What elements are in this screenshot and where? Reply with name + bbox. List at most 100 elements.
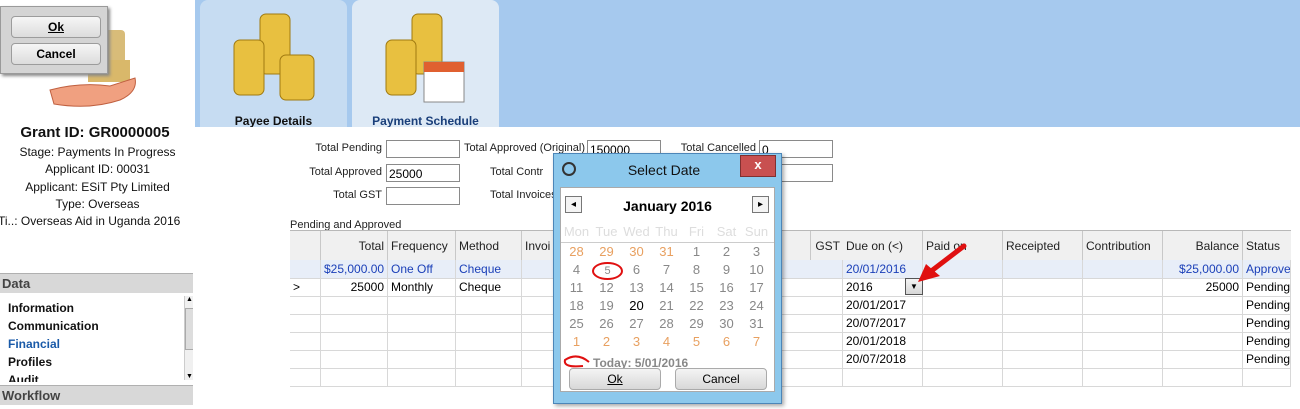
table-row[interactable]: >25000 Monthly Cheque 2016 25000 Pending [290,278,1291,297]
table-cell[interactable] [923,296,1003,314]
table-cell[interactable] [290,314,321,332]
table-cell[interactable] [843,368,923,386]
table-cell[interactable] [923,350,1003,368]
table-cell[interactable]: > [290,278,321,296]
tab-payment-schedule[interactable]: Payment Schedule [352,0,499,128]
calendar-day[interactable]: 29 [591,244,622,259]
table-cell[interactable] [1083,278,1163,296]
calendar-day[interactable]: 18 [561,298,592,313]
col-status[interactable]: Status [1243,231,1291,261]
table-cell[interactable] [1083,332,1163,350]
calendar-day[interactable]: 12 [591,280,622,295]
calendar-day[interactable]: 3 [621,334,652,349]
table-cell[interactable] [1003,278,1083,296]
data-section-header[interactable]: Data [0,273,193,293]
table-cell[interactable] [1163,368,1243,386]
table-cell[interactable]: 20/07/2018 [843,350,923,368]
calendar-day[interactable]: 25 [561,316,592,331]
table-cell[interactable]: Pending [1243,314,1291,332]
calendar-day[interactable]: 6 [621,262,652,277]
table-cell[interactable] [1163,296,1243,314]
table-cell[interactable] [1163,314,1243,332]
next-month-button[interactable]: ▸ [752,196,769,213]
scroll-thumb[interactable] [185,308,193,350]
calendar-day[interactable]: 2 [591,334,622,349]
calendar-day[interactable]: 7 [741,334,772,349]
table-cell[interactable] [1003,350,1083,368]
table-cell[interactable] [1003,368,1083,386]
calendar-day[interactable]: 31 [651,244,682,259]
table-cell[interactable]: 20/01/2016 [843,260,923,278]
table-cell[interactable] [321,296,388,314]
col-balance[interactable]: Balance [1163,231,1243,261]
table-cell[interactable]: Pending [1243,350,1291,368]
table-cell[interactable] [1003,314,1083,332]
calendar-day[interactable]: 31 [741,316,772,331]
col-due-on[interactable]: Due on (<) [843,231,923,261]
table-cell[interactable]: Monthly [388,278,456,296]
table-cell[interactable]: 20/01/2017 [843,296,923,314]
calendar-day[interactable]: 6 [711,334,742,349]
calendar-day[interactable]: 9 [711,262,742,277]
table-cell[interactable] [290,332,321,350]
table-cell[interactable]: 25000 [1163,278,1243,296]
table-cell[interactable] [1163,350,1243,368]
table-cell[interactable] [388,296,456,314]
calendar-day[interactable]: 29 [681,316,712,331]
table-cell[interactable]: 20/01/2018 [843,332,923,350]
calendar-day[interactable]: 27 [621,316,652,331]
calendar-day[interactable]: 20 [621,298,652,313]
calendar-day[interactable]: 30 [711,316,742,331]
table-cell[interactable]: 25000 [321,278,388,296]
calendar-day[interactable]: 23 [711,298,742,313]
col-frequency[interactable]: Frequency [388,231,456,261]
table-row[interactable]: 20/07/2017 Pending [290,314,1291,333]
calendar-cancel-button[interactable]: Cancel [675,368,767,390]
workflow-section-header[interactable]: Workflow [0,385,193,405]
ok-button[interactable]: Ok [11,16,101,38]
table-cell[interactable] [290,368,321,386]
calendar-day[interactable]: 14 [651,280,682,295]
table-cell[interactable] [1083,296,1163,314]
tab-payee-details[interactable]: Payee Details [200,0,347,128]
table-row[interactable] [290,368,1291,387]
nav-item-financial[interactable]: Financial [8,337,60,351]
table-row[interactable]: 20/01/2017 Pending [290,296,1291,315]
calendar-day[interactable]: 21 [651,298,682,313]
total-approved-field[interactable]: 25000 [386,164,460,182]
table-cell[interactable]: Pending [1243,296,1291,314]
col-method[interactable]: Method [456,231,522,261]
table-cell[interactable] [1083,368,1163,386]
calendar-day[interactable]: 4 [651,334,682,349]
calendar-day[interactable]: 3 [741,244,772,259]
table-cell[interactable] [321,368,388,386]
calendar-day[interactable]: 15 [681,280,712,295]
scroll-down-icon[interactable]: ▼ [185,373,193,380]
table-cell[interactable]: Pending [1243,332,1291,350]
table-cell[interactable] [923,314,1003,332]
calendar-day[interactable]: 30 [621,244,652,259]
table-cell[interactable] [1163,332,1243,350]
table-cell[interactable] [456,350,522,368]
calendar-day[interactable]: 7 [651,262,682,277]
total-pending-field[interactable] [386,140,460,158]
col-total[interactable]: Total [321,231,388,261]
table-row[interactable]: 20/07/2018 Pending [290,350,1291,369]
calendar-day[interactable]: 8 [681,262,712,277]
table-cell[interactable]: $25,000.00 [1163,260,1243,278]
table-cell[interactable]: Pending [1243,278,1291,296]
calendar-day[interactable]: 16 [711,280,742,295]
nav-item-information[interactable]: Information [8,301,74,315]
table-cell[interactable] [1003,296,1083,314]
calendar-ok-button[interactable]: Ok [569,368,661,390]
nav-item-profiles[interactable]: Profiles [8,355,52,369]
calendar-day[interactable]: 4 [561,262,592,277]
table-cell[interactable] [1083,314,1163,332]
table-cell[interactable] [456,368,522,386]
calendar-day[interactable]: 13 [621,280,652,295]
table-cell[interactable] [290,260,321,278]
calendar-day[interactable]: 28 [651,316,682,331]
table-cell[interactable] [1003,260,1083,278]
calendar-day[interactable]: 5 [592,262,623,280]
dialog-close-button[interactable]: x [740,155,776,177]
